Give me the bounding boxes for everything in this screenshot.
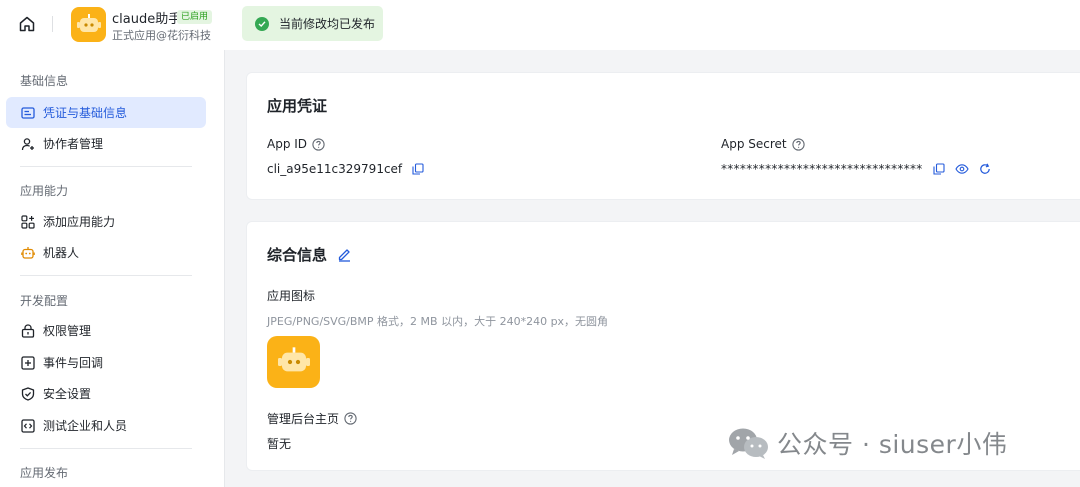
code-icon [21, 418, 35, 433]
robot-icon [76, 13, 101, 32]
section-title-dev-config: 开发配置 [20, 294, 69, 308]
event-icon [21, 355, 35, 370]
section-title-publish: 应用发布 [20, 466, 69, 480]
card-title: 应用凭证 [267, 97, 328, 115]
wechat-icon [729, 428, 768, 459]
sidebar-item-label: 添加应用能力 [43, 215, 116, 229]
help-icon[interactable] [344, 412, 357, 425]
sidebar-item-permissions[interactable]: 权限管理 [6, 315, 206, 346]
copy-icon[interactable] [412, 163, 424, 175]
app-secret-value: ******************************** [721, 162, 991, 176]
app-name: claude助手 [112, 12, 182, 27]
sidebar-item-collaborators[interactable]: 协作者管理 [6, 128, 206, 159]
app-icon-upload[interactable] [267, 336, 320, 388]
watermark-text: 公众号 · siuser小伟 [777, 430, 1008, 459]
sidebar-item-label: 事件与回调 [43, 356, 104, 370]
copy-icon[interactable] [933, 163, 945, 175]
homepage-value: 暂无 [267, 437, 292, 451]
sidebar-item-label: 测试企业和人员 [43, 419, 128, 433]
homepage-label: 管理后台主页 [267, 410, 357, 427]
divider [52, 16, 53, 32]
section-title-basic: 基础信息 [20, 74, 69, 88]
sidebar-item-label: 协作者管理 [43, 137, 104, 151]
user-add-icon [21, 137, 34, 150]
app-id-value: cli_a95e11c329791cef [267, 162, 424, 176]
divider [20, 448, 192, 449]
sidebar-item-security[interactable]: 安全设置 [6, 378, 206, 409]
sidebar: 基础信息 凭证与基础信息 协作者管理 应用能力 添加应用能力 机器人 开发配置 … [0, 50, 225, 487]
sidebar-item-add-capability[interactable]: 添加应用能力 [6, 206, 206, 237]
refresh-icon[interactable] [979, 163, 991, 175]
sidebar-item-credentials[interactable]: 凭证与基础信息 [6, 97, 206, 128]
label-text: App Secret [721, 137, 787, 151]
sidebar-item-robot[interactable]: 机器人 [6, 237, 206, 268]
status-badge: 已启用 [177, 10, 213, 24]
help-icon[interactable] [312, 137, 325, 151]
divider [20, 275, 192, 276]
sidebar-item-test-tenants[interactable]: 测试企业和人员 [6, 410, 206, 441]
divider [20, 166, 192, 167]
edit-icon[interactable] [337, 247, 352, 262]
check-circle-icon [255, 16, 269, 31]
card-title-text: 综合信息 [267, 246, 328, 264]
app-id-text: cli_a95e11c329791cef [267, 162, 403, 176]
top-bar: claude助手 已启用 正式应用@花衍科技 当前修改均已发布 [0, 0, 1080, 50]
lock-icon [21, 323, 35, 338]
app-secret-text: ******************************** [721, 162, 923, 176]
sidebar-item-label: 权限管理 [43, 324, 92, 338]
credentials-card: 应用凭证 App ID cli_a95e11c329791cef App Sec… [246, 72, 1080, 200]
app-avatar[interactable] [71, 7, 106, 42]
label-text: 管理后台主页 [267, 412, 340, 426]
publish-toast: 当前修改均已发布 [242, 6, 383, 41]
robot-icon [277, 347, 310, 372]
label-text: App ID [267, 137, 308, 151]
sidebar-item-label: 安全设置 [43, 387, 92, 401]
app-id-label: App ID [267, 137, 325, 151]
app-subtitle: 正式应用@花衍科技 [112, 29, 211, 42]
sidebar-item-events[interactable]: 事件与回调 [6, 347, 206, 378]
toast-text: 当前修改均已发布 [279, 17, 376, 31]
sidebar-item-label: 机器人 [43, 246, 80, 260]
home-icon[interactable] [16, 13, 38, 35]
section-title-capabilities: 应用能力 [20, 184, 69, 198]
app-icon-label: 应用图标 [267, 289, 316, 303]
robot-icon [21, 246, 35, 259]
help-icon[interactable] [791, 137, 805, 151]
shield-icon [21, 386, 35, 401]
app-icon-hint: JPEG/PNG/SVG/BMP 格式，2 MB 以内，大于 240*240 p… [267, 315, 609, 328]
sidebar-item-label: 凭证与基础信息 [43, 106, 128, 120]
apps-add-icon [21, 214, 35, 229]
eye-icon[interactable] [954, 163, 969, 175]
watermark: 公众号 · siuser小伟 [727, 424, 1007, 462]
card-title: 综合信息 [267, 244, 352, 265]
app-secret-label: App Secret [721, 137, 805, 151]
credential-icon [21, 106, 35, 119]
